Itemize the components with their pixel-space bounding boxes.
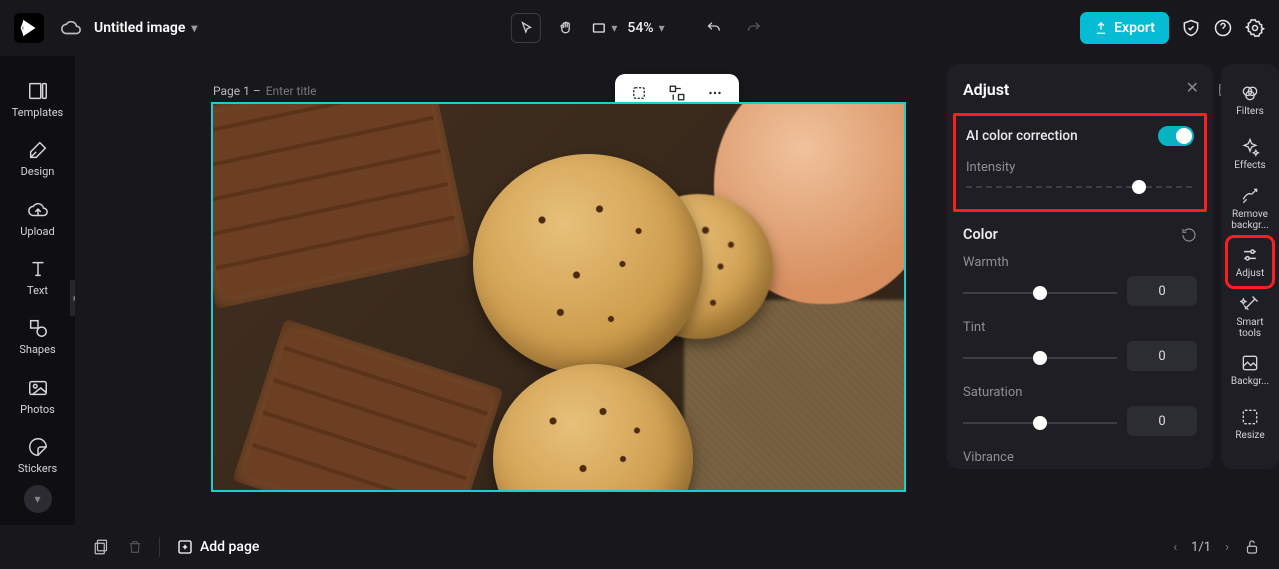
tool-remove-backgr-[interactable]: Remove backgr... xyxy=(1226,182,1274,234)
reset-icon[interactable] xyxy=(1181,227,1197,243)
ai-cc-label: AI color correction xyxy=(966,128,1078,144)
color-control-saturation: Saturation 0 xyxy=(963,385,1197,436)
export-button[interactable]: Export xyxy=(1080,12,1169,44)
user-avatar[interactable]: ▾ xyxy=(24,485,52,513)
document-title-text: Untitled image xyxy=(94,20,185,36)
nav-templates[interactable]: Templates xyxy=(0,70,75,129)
adjust-panel: Adjust ✕ AI color correction Intensity C… xyxy=(947,64,1213,469)
control-label: Tint xyxy=(963,320,1197,335)
chevron-down-icon: ▾ xyxy=(611,21,617,35)
bottom-bar: Add page ‹ 1/1 › xyxy=(75,525,1279,569)
topbar: Untitled image ▾ ▾ 54% ▾ Export xyxy=(0,0,1279,56)
page-info[interactable]: Page 1 – Enter title xyxy=(213,84,317,98)
color-control-tint: Tint 0 xyxy=(963,320,1197,371)
hand-tool[interactable] xyxy=(550,13,580,43)
page-title-placeholder: Enter title xyxy=(266,84,317,98)
tool-adjust[interactable]: Adjust xyxy=(1226,236,1274,288)
help-icon[interactable] xyxy=(1213,18,1233,38)
warmth-value[interactable]: 0 xyxy=(1127,276,1197,306)
close-icon[interactable]: ✕ xyxy=(1186,78,1199,97)
control-label: Saturation xyxy=(963,385,1197,400)
document-title[interactable]: Untitled image ▾ xyxy=(94,20,197,36)
color-section-title: Color xyxy=(963,226,998,243)
warmth-slider[interactable] xyxy=(963,285,1117,301)
prev-page-button[interactable]: ‹ xyxy=(1173,540,1177,555)
tool-backgr-[interactable]: Backgr... xyxy=(1226,344,1274,396)
pointer-tool[interactable] xyxy=(510,13,540,43)
nav-text[interactable]: Text xyxy=(0,248,75,307)
undo-button[interactable] xyxy=(699,13,729,43)
nav-stickers[interactable]: Stickers xyxy=(0,426,75,485)
nav-design[interactable]: Design xyxy=(0,129,75,188)
intensity-slider[interactable] xyxy=(966,179,1194,195)
saturation-value[interactable]: 0 xyxy=(1127,406,1197,436)
frame-tool[interactable]: ▾ xyxy=(590,20,617,36)
chevron-down-icon: ▾ xyxy=(191,21,197,35)
control-label: Vibrance xyxy=(963,450,1197,465)
settings-icon[interactable] xyxy=(1245,18,1265,38)
zoom-control[interactable]: 54% ▾ xyxy=(627,20,664,36)
lock-icon[interactable] xyxy=(1243,538,1261,556)
top-center-controls: ▾ 54% ▾ xyxy=(510,13,768,43)
intensity-label: Intensity xyxy=(966,160,1015,175)
add-page-label: Add page xyxy=(200,539,259,555)
add-page-button[interactable]: Add page xyxy=(176,538,259,556)
next-page-button[interactable]: › xyxy=(1225,540,1229,555)
ai-cc-toggle[interactable] xyxy=(1158,126,1194,146)
canvas-area: Page 1 – Enter title Adjust ✕ AI color c… xyxy=(75,56,1279,525)
color-control-warmth: Warmth 0 xyxy=(963,255,1197,306)
tool-smart-tools[interactable]: Smart tools xyxy=(1226,290,1274,342)
cloud-icon[interactable] xyxy=(60,17,82,39)
ai-color-correction-section: AI color correction Intensity xyxy=(953,113,1207,212)
nav-photos[interactable]: Photos xyxy=(0,366,75,425)
image-frame[interactable] xyxy=(211,102,906,492)
page-prefix: Page 1 – xyxy=(213,84,261,98)
canvas-image xyxy=(213,104,904,490)
top-right-controls: Export xyxy=(1080,12,1265,44)
nav-shapes[interactable]: Shapes xyxy=(0,307,75,366)
tool-resize[interactable]: Resize xyxy=(1226,398,1274,450)
redo-button[interactable] xyxy=(739,13,769,43)
tint-slider[interactable] xyxy=(963,350,1117,366)
export-label: Export xyxy=(1114,20,1155,36)
left-nav: Templates Design Upload Text Shapes Phot… xyxy=(0,56,75,525)
nav-upload[interactable]: Upload xyxy=(0,189,75,248)
pager: ‹ 1/1 › xyxy=(1173,538,1261,556)
pages-button[interactable] xyxy=(93,538,111,556)
chevron-down-icon: ▾ xyxy=(659,21,665,35)
tool-effects[interactable]: Effects xyxy=(1226,128,1274,180)
pager-value: 1/1 xyxy=(1191,540,1211,555)
color-control-vibrance: Vibrance0 xyxy=(963,450,1197,469)
saturation-slider[interactable] xyxy=(963,415,1117,431)
control-label: Warmth xyxy=(963,255,1197,270)
right-tools: FiltersEffectsRemove backgr...AdjustSmar… xyxy=(1221,64,1279,469)
app-logo[interactable] xyxy=(14,13,44,43)
delete-page-button[interactable] xyxy=(127,539,143,555)
adjust-title: Adjust xyxy=(963,80,1197,99)
zoom-value: 54% xyxy=(627,20,653,36)
tint-value[interactable]: 0 xyxy=(1127,341,1197,371)
tool-filters[interactable]: Filters xyxy=(1226,74,1274,126)
shield-icon[interactable] xyxy=(1181,18,1201,38)
